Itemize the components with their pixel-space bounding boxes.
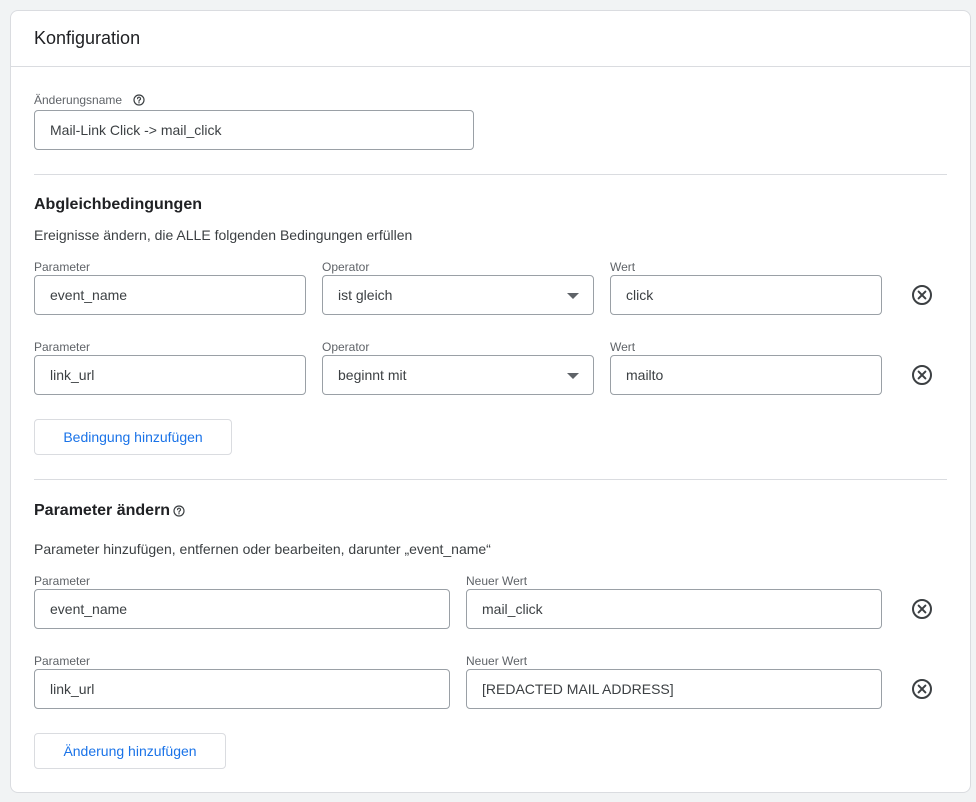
- condition-value-input[interactable]: mailto: [610, 355, 882, 395]
- condition-parameter-input[interactable]: event_name: [34, 275, 306, 315]
- card-title: Konfiguration: [34, 28, 141, 48]
- section-divider: [34, 479, 947, 480]
- add-condition-button[interactable]: Bedingung hinzufügen: [34, 419, 232, 455]
- match-conditions-title: Abgleichbedingungen: [34, 196, 202, 213]
- condition-parameter-label: Parameter: [34, 340, 91, 354]
- condition-value-input[interactable]: click: [610, 275, 882, 315]
- change-name-label: Änderungsname: [34, 93, 123, 107]
- remove-circle-icon[interactable]: [910, 597, 934, 621]
- card-header: Konfiguration: [11, 11, 970, 67]
- caret-down-icon: [567, 293, 579, 299]
- condition-value-label: Wert: [610, 340, 636, 354]
- caret-down-icon: [567, 373, 579, 379]
- match-conditions-description: Ereignisse ändern, die ALLE folgenden Be…: [34, 227, 413, 243]
- remove-circle-icon[interactable]: [910, 677, 934, 701]
- add-change-button[interactable]: Änderung hinzufügen: [34, 733, 226, 769]
- modify-parameter-label: Parameter: [34, 574, 91, 588]
- condition-operator-select[interactable]: ist gleich: [322, 275, 594, 315]
- condition-operator-value: ist gleich: [338, 287, 393, 303]
- change-name-input[interactable]: Mail-Link Click -> mail_click: [34, 110, 474, 150]
- remove-circle-icon[interactable]: [910, 283, 934, 307]
- condition-parameter-input[interactable]: link_url: [34, 355, 306, 395]
- modify-parameters-title: Parameter ändern: [34, 502, 171, 519]
- remove-circle-icon[interactable]: [910, 363, 934, 387]
- modify-parameter-input[interactable]: event_name: [34, 589, 450, 629]
- new-value-label: Neuer Wert: [466, 574, 528, 588]
- condition-value-label: Wert: [610, 260, 636, 274]
- condition-operator-label: Operator: [322, 340, 370, 354]
- modify-parameter-label: Parameter: [34, 654, 91, 668]
- condition-operator-label: Operator: [322, 260, 370, 274]
- new-value-input[interactable]: mail_click: [466, 589, 882, 629]
- condition-operator-value: beginnt mit: [338, 367, 407, 383]
- condition-parameter-label: Parameter: [34, 260, 91, 274]
- help-icon[interactable]: [173, 505, 185, 517]
- modify-parameters-description: Parameter hinzufügen, entfernen oder bea…: [34, 541, 491, 557]
- new-value-input[interactable]: [REDACTED MAIL ADDRESS]: [466, 669, 882, 709]
- section-divider: [34, 174, 947, 175]
- condition-operator-select[interactable]: beginnt mit: [322, 355, 594, 395]
- help-icon[interactable]: [133, 94, 145, 106]
- modify-parameter-input[interactable]: link_url: [34, 669, 450, 709]
- configuration-card: Konfiguration Änderungsname Mail-Link Cl…: [10, 10, 971, 793]
- new-value-label: Neuer Wert: [466, 654, 528, 668]
